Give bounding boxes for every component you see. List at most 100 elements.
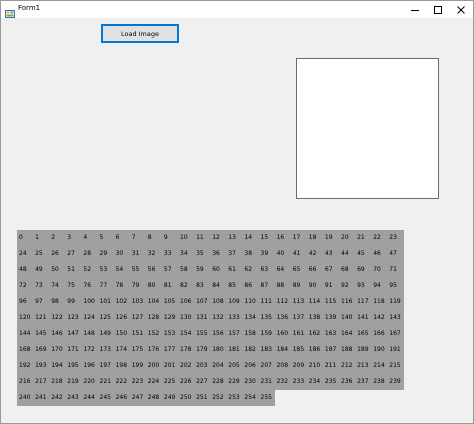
- grid-cell: 205: [226, 358, 243, 374]
- grid-cell: 110: [242, 294, 260, 310]
- grid-cell: 124: [81, 310, 99, 326]
- grid-cell: 11: [194, 230, 211, 246]
- grid-cell: 87: [258, 278, 276, 294]
- grid-cell: 58: [178, 262, 195, 278]
- grid-cell: 15: [258, 230, 276, 246]
- grid-cell: 52: [81, 262, 99, 278]
- grid-cell: 222: [113, 374, 131, 390]
- grid-cell: 249: [161, 390, 179, 406]
- grid-cell: 239: [387, 374, 404, 390]
- grid-cell: 9: [161, 230, 179, 246]
- grid-cell: 86: [242, 278, 260, 294]
- grid-cell: 161: [290, 326, 308, 342]
- grid-cell: 253: [226, 390, 243, 406]
- grid-cell: 66: [306, 262, 324, 278]
- grid-cell: 132: [210, 310, 227, 326]
- grid-cell: 12: [210, 230, 227, 246]
- grid-cell: 97: [33, 294, 50, 310]
- grid-cell: 10: [178, 230, 195, 246]
- grid-cell: 183: [258, 342, 276, 358]
- grid-cell: 243: [65, 390, 82, 406]
- grid-cell: 75: [65, 278, 82, 294]
- grid-cell: 69: [355, 262, 372, 278]
- grid-cell: 227: [194, 374, 211, 390]
- grid-cell: 179: [194, 342, 211, 358]
- grid-cell: 13: [226, 230, 243, 246]
- grid-cell: 89: [290, 278, 308, 294]
- grid-cell: 221: [97, 374, 115, 390]
- grid-cell: 145: [33, 326, 50, 342]
- grid-cell: 137: [290, 310, 308, 326]
- grid-cell: 182: [242, 342, 260, 358]
- grid-cell: 2: [49, 230, 66, 246]
- grid-cell: 208: [274, 358, 292, 374]
- grid-cell: 29: [97, 246, 115, 262]
- grid-cell: 73: [33, 278, 50, 294]
- grid-cell: 30: [113, 246, 131, 262]
- grid-cell: 84: [210, 278, 227, 294]
- grid-cell: 7: [129, 230, 147, 246]
- grid-cell: 107: [194, 294, 211, 310]
- grid-cell: 223: [129, 374, 147, 390]
- grid-cell: 248: [145, 390, 163, 406]
- grid-cell: 144: [17, 326, 34, 342]
- load-image-button[interactable]: Load Image: [101, 24, 179, 43]
- grid-cell: 173: [97, 342, 115, 358]
- grid-cell: 151: [129, 326, 147, 342]
- grid-cell: 42: [306, 246, 324, 262]
- grid-cell: 68: [339, 262, 356, 278]
- grid-cell: 180: [210, 342, 227, 358]
- grid-cell: 177: [161, 342, 179, 358]
- grid-cell: 215: [387, 358, 404, 374]
- grid-cell: 134: [242, 310, 260, 326]
- grid-cell: 115: [322, 294, 340, 310]
- grid-cell: 162: [306, 326, 324, 342]
- grid-cell: 61: [226, 262, 243, 278]
- grid-cell: 54: [113, 262, 131, 278]
- grid-cell: 99: [65, 294, 82, 310]
- grid-cell: 6: [113, 230, 131, 246]
- grid-cell: 0: [17, 230, 34, 246]
- grid-cell: 88: [274, 278, 292, 294]
- grid-cell: 51: [65, 262, 82, 278]
- grid-cell: 187: [322, 342, 340, 358]
- grid-cell: 16: [274, 230, 292, 246]
- grid-cell: 167: [387, 326, 404, 342]
- title-bar[interactable]: Form1: [1, 1, 473, 18]
- grid-cell: 234: [306, 374, 324, 390]
- close-icon[interactable]: [447, 1, 474, 18]
- grid-cell: 104: [145, 294, 163, 310]
- grid-cell: 130: [178, 310, 195, 326]
- grid-cell: 131: [194, 310, 211, 326]
- grid-cell: 71: [387, 262, 404, 278]
- grid-cell: 92: [339, 278, 356, 294]
- grid-cell: 94: [371, 278, 388, 294]
- grid-cell: 204: [210, 358, 227, 374]
- grid-cell: 237: [355, 374, 372, 390]
- grid-cell: 255: [258, 390, 276, 406]
- grid-cell: 103: [129, 294, 147, 310]
- grid-cell: 143: [387, 310, 404, 326]
- grid-cell: 138: [306, 310, 324, 326]
- grid-cell: 21: [355, 230, 372, 246]
- grid-cell: 163: [322, 326, 340, 342]
- grid-cell: 216: [17, 374, 34, 390]
- grid-cell: 48: [17, 262, 34, 278]
- grid-cell: 118: [371, 294, 388, 310]
- grid-cell: 141: [355, 310, 372, 326]
- grid-cell: 213: [355, 358, 372, 374]
- grid-cell: 238: [371, 374, 388, 390]
- grid-cell: 211: [322, 358, 340, 374]
- grid-cell: 116: [339, 294, 356, 310]
- grid-cell: 250: [178, 390, 195, 406]
- grid-cell: 247: [129, 390, 147, 406]
- grid-cell: 109: [226, 294, 243, 310]
- grid-cell: 125: [97, 310, 115, 326]
- grid-cell: 119: [387, 294, 404, 310]
- grid-cell: 37: [226, 246, 243, 262]
- grid-cell: 114: [306, 294, 324, 310]
- grid-cell: 4: [81, 230, 99, 246]
- grid-cell: 164: [339, 326, 356, 342]
- grid-cell: 149: [97, 326, 115, 342]
- grid-cell: 203: [194, 358, 211, 374]
